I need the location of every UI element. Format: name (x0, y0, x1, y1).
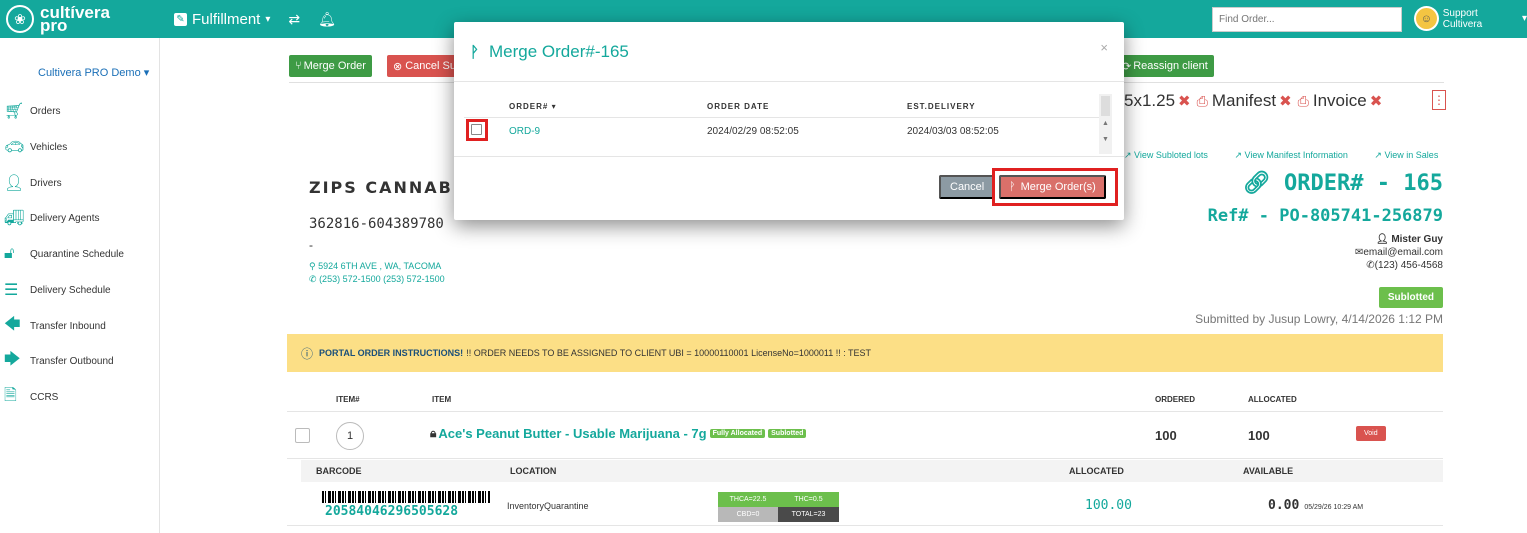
merge-orders-label: Merge Order(s) (1020, 181, 1096, 193)
mth-est-delivery: EST.DELIVERY (907, 102, 976, 111)
merge-order-date: 2024/02/29 08:52:05 (707, 126, 799, 137)
merge-est-delivery: 2024/03/03 08:52:05 (907, 126, 999, 137)
scroll-down-icon[interactable]: ▼ (1102, 136, 1109, 143)
merge-icon: ᚹ (1009, 181, 1016, 193)
cancel-button[interactable]: Cancel (939, 175, 996, 199)
merge-order-link[interactable]: ORD-9 (509, 126, 540, 137)
merge-icon: ᚹ (470, 43, 480, 61)
divider (464, 117, 1112, 118)
close-icon[interactable]: × (1100, 40, 1108, 55)
merge-orders-button[interactable]: ᚹ Merge Order(s) (999, 175, 1106, 199)
modal-title-text: Merge Order#-165 (489, 42, 629, 61)
mth-order-date: ORDER DATE (707, 102, 770, 111)
divider (454, 156, 1124, 157)
scroll-thumb[interactable] (1101, 96, 1110, 116)
scroll-up-icon[interactable]: ▲ (1102, 120, 1109, 127)
order-select-checkbox[interactable] (471, 124, 482, 135)
mth-order[interactable]: ORDER# ▾ (509, 102, 557, 111)
modal-title: ᚹ Merge Order#-165 (470, 42, 629, 62)
modal-header: ᚹ Merge Order#-165 × (454, 22, 1124, 82)
merge-order-modal: ᚹ Merge Order#-165 × ORDER# ▾ ORDER DATE… (454, 22, 1124, 220)
modal-scrollbar[interactable]: ▲ ▼ (1099, 94, 1112, 154)
